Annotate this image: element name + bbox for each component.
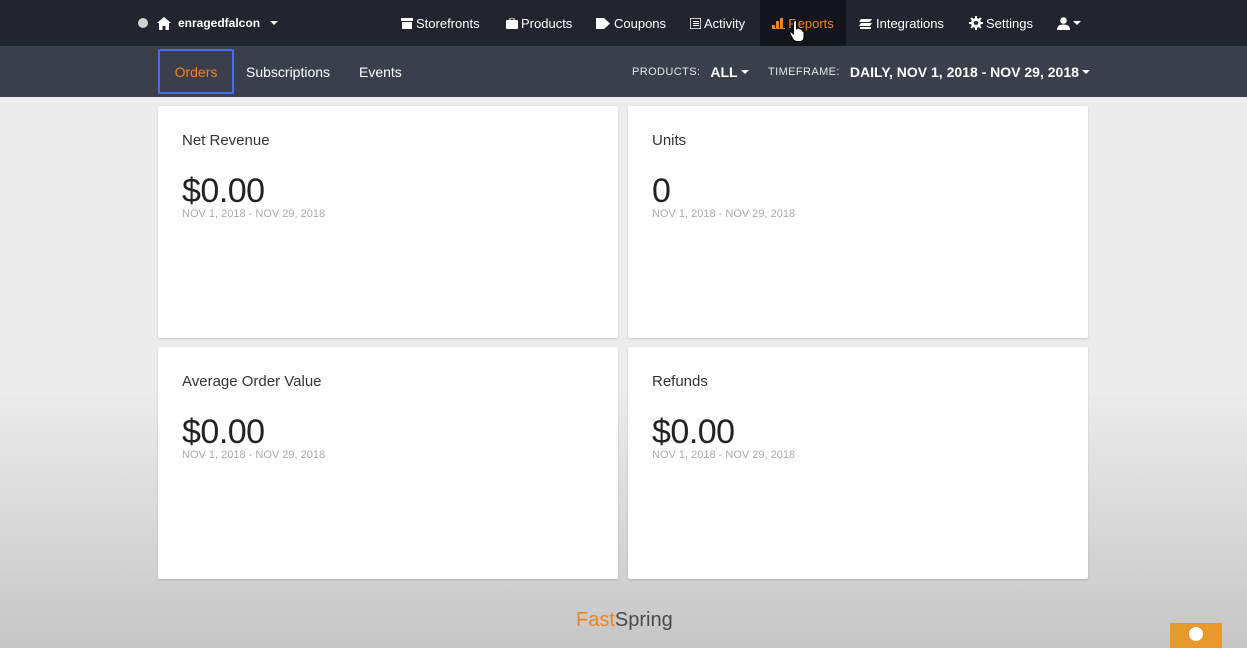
average-order-value-card: Average Order Value $0.00 NOV 1, 2018 - … [158,347,618,579]
status-dot-icon [138,18,148,28]
gear-icon [969,16,983,30]
nav-activity[interactable]: Activity [690,0,745,46]
card-title: Net Revenue [182,132,270,149]
logo-fast: Fast [576,609,615,631]
card-title: Refunds [652,373,708,390]
storefront-icon [401,17,413,29]
nav-settings[interactable]: Settings [969,0,1033,46]
chat-widget-button[interactable] [1170,623,1222,648]
chevron-down-icon [740,69,749,74]
store-selector[interactable]: enragedfalcon [138,0,279,46]
list-icon [690,17,701,29]
top-navbar: enragedfalcon Storefronts Products Coupo… [0,0,1247,46]
pointer-cursor-icon [789,20,805,42]
timeframe-filter[interactable]: TIMEFRAME: DAILY, NOV 1, 2018 - NOV 29, … [768,46,1090,97]
card-date-range: NOV 1, 2018 - NOV 29, 2018 [652,208,796,220]
nav-integrations[interactable]: Integrations [859,0,944,46]
timeframe-filter-label: TIMEFRAME: [768,65,840,78]
user-menu[interactable] [1057,0,1081,46]
card-title: Units [652,132,687,149]
nav-products[interactable]: Products [506,0,572,46]
user-icon [1057,16,1070,30]
fastspring-logo: FastSpring [576,609,673,632]
nav-coupons[interactable]: Coupons [596,0,666,46]
nav-storefronts[interactable]: Storefronts [401,0,480,46]
chevron-down-icon [1081,69,1090,74]
card-date-range: NOV 1, 2018 - NOV 29, 2018 [182,449,326,461]
products-filter-label: PRODUCTS: [632,65,701,78]
integrations-icon [859,18,872,29]
nav-activity-label: Activity [704,15,746,31]
card-value: $0.00 [182,413,265,451]
chat-icon [1189,627,1203,641]
nav-storefronts-label: Storefronts [416,15,480,31]
products-filter[interactable]: PRODUCTS: ALL [632,46,749,97]
nav-settings-label: Settings [986,15,1033,31]
tab-subscriptions[interactable]: Subscriptions [246,46,330,97]
logo-spring: Spring [614,609,673,631]
home-icon[interactable] [157,16,171,30]
nav-coupons-label: Coupons [614,15,667,31]
chevron-down-icon [1073,21,1081,25]
chevron-down-icon [270,21,279,25]
card-date-range: NOV 1, 2018 - NOV 29, 2018 [182,208,326,220]
bar-chart-icon [772,17,786,29]
report-subnav: Orders Subscriptions Events PRODUCTS: AL… [0,46,1247,97]
briefcase-icon [506,17,518,29]
card-value: $0.00 [652,413,735,451]
products-filter-value[interactable]: ALL [710,64,737,80]
nav-integrations-label: Integrations [876,15,944,31]
units-card: Units 0 NOV 1, 2018 - NOV 29, 2018 [628,106,1088,338]
card-date-range: NOV 1, 2018 - NOV 29, 2018 [652,449,796,461]
store-name[interactable]: enragedfalcon [178,16,260,30]
nav-products-label: Products [521,15,573,31]
card-value: 0 [652,172,671,210]
tab-orders[interactable]: Orders [158,49,234,94]
tag-icon [596,17,610,29]
timeframe-filter-value[interactable]: DAILY, NOV 1, 2018 - NOV 29, 2018 [850,64,1079,80]
refunds-card: Refunds $0.00 NOV 1, 2018 - NOV 29, 2018 [628,347,1088,579]
card-title: Average Order Value [182,373,322,390]
card-value: $0.00 [182,172,265,210]
tab-events[interactable]: Events [359,46,402,97]
net-revenue-card: Net Revenue $0.00 NOV 1, 2018 - NOV 29, … [158,106,618,338]
